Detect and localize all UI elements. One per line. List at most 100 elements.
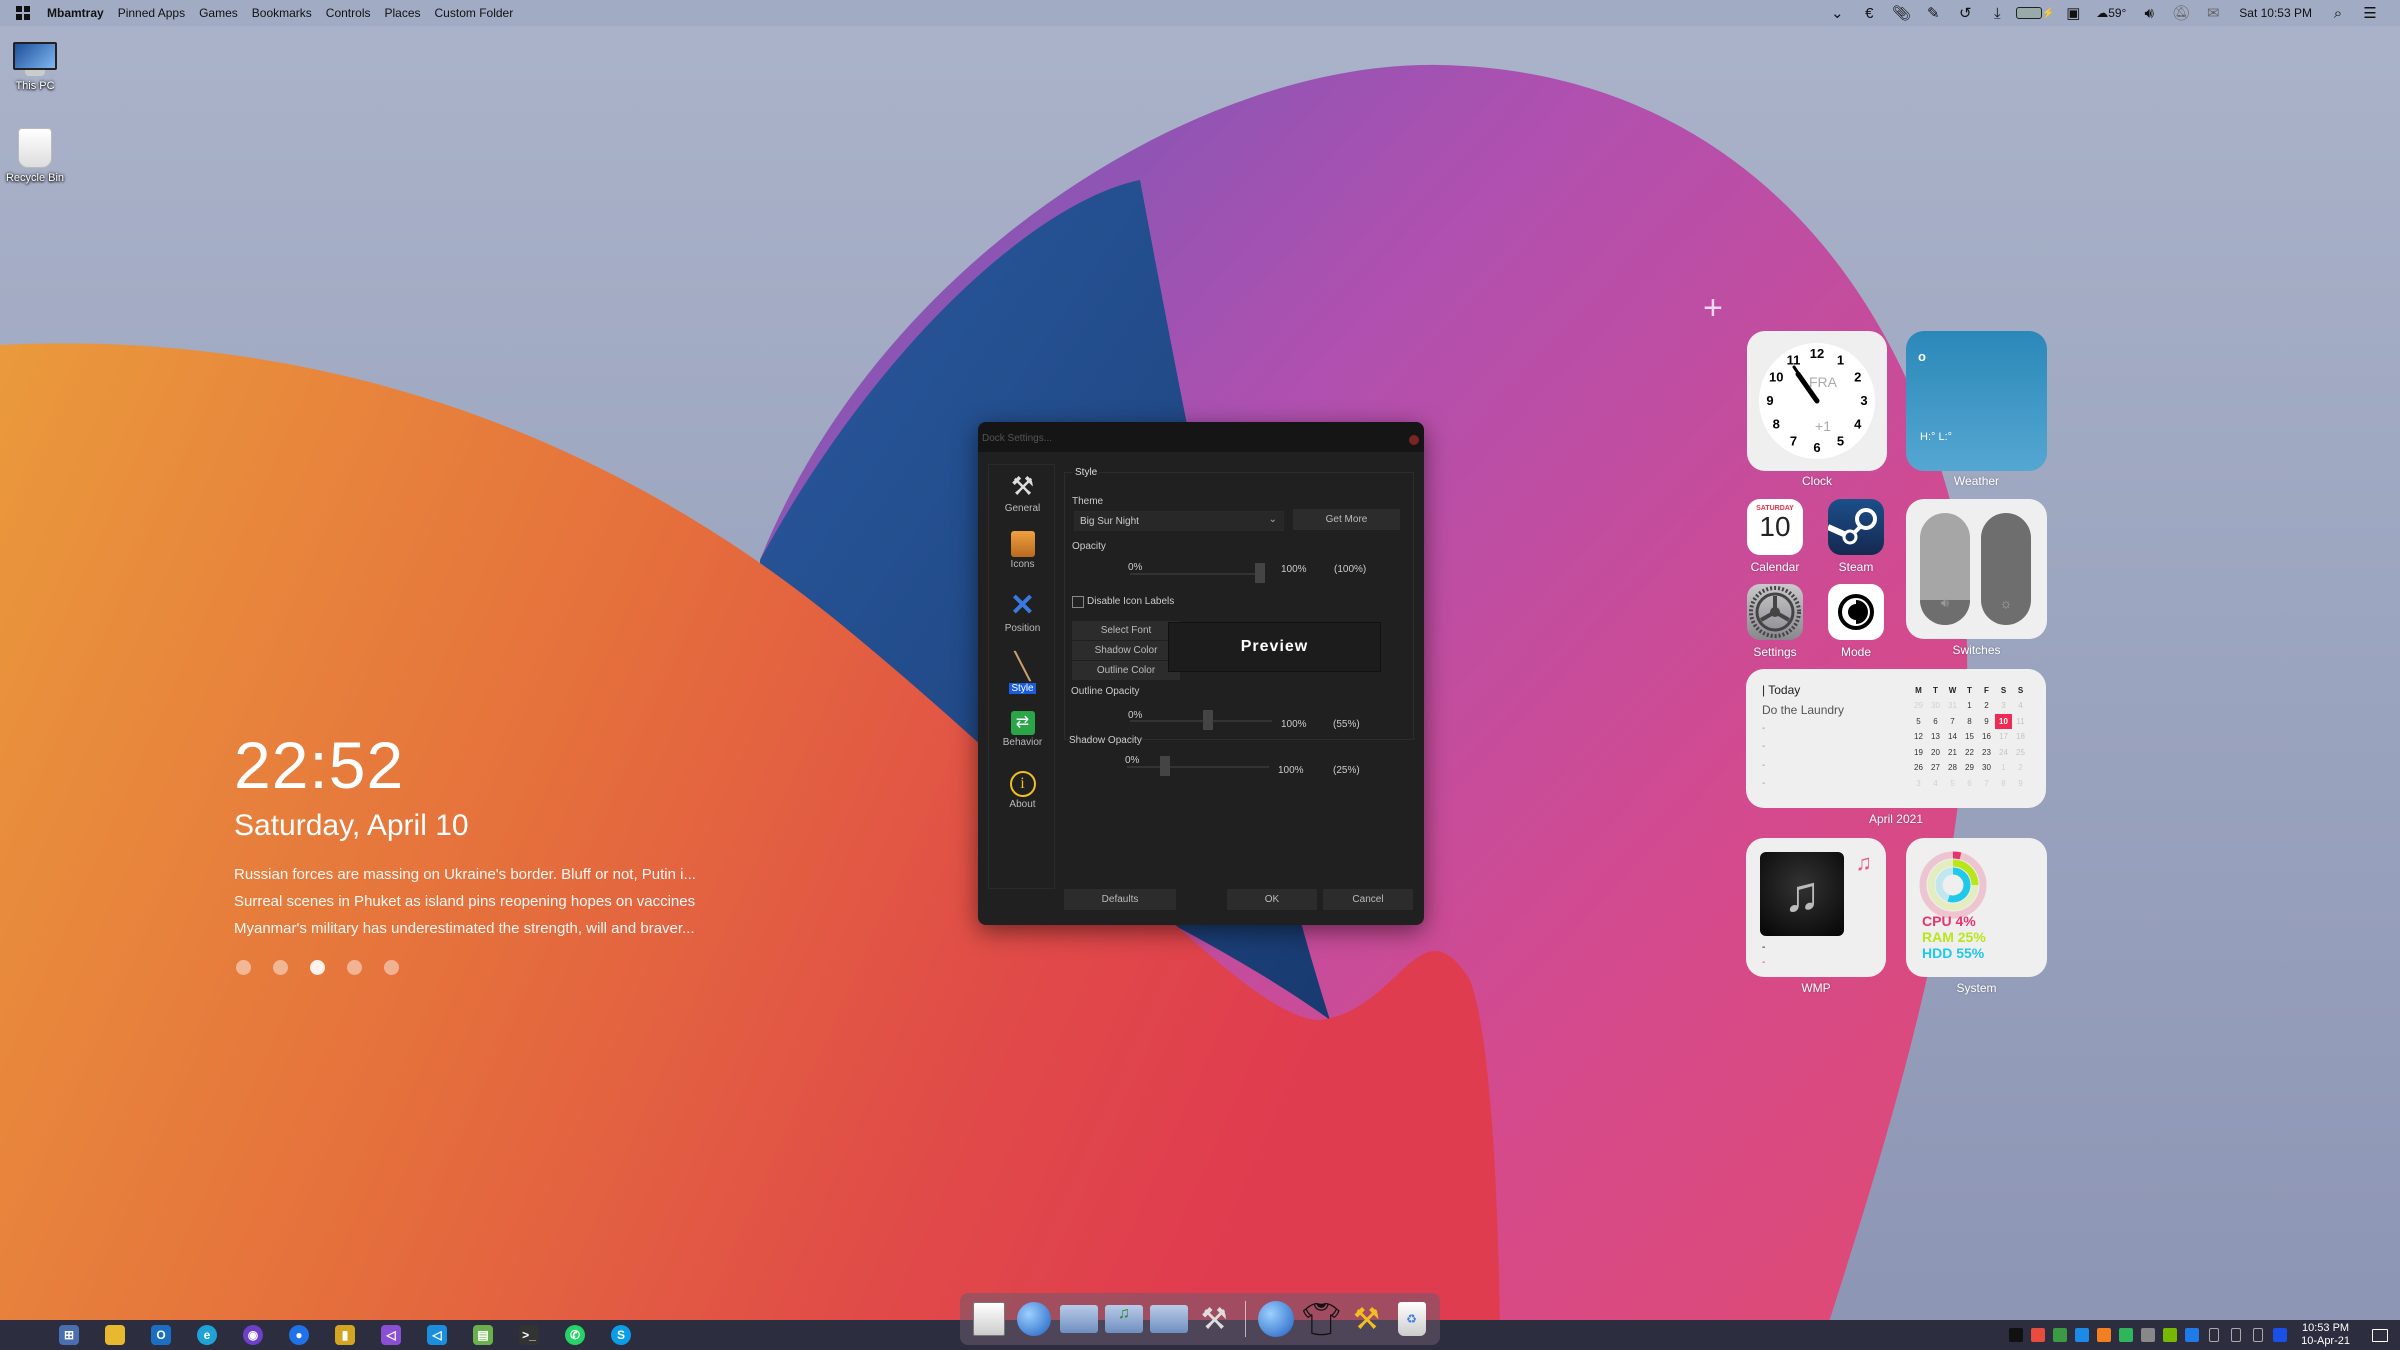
day-cell[interactable]: 13 xyxy=(1927,729,1944,745)
bluetooth-icon[interactable] xyxy=(2181,1320,2203,1350)
euro-icon[interactable]: € xyxy=(1853,0,1885,26)
day-cell[interactable]: 9 xyxy=(2012,776,2029,792)
s-app-icon[interactable] xyxy=(2027,1320,2049,1350)
day-cell[interactable]: 1 xyxy=(1995,760,2012,776)
sidebar-item-general[interactable]: ⚒ General xyxy=(989,471,1056,514)
event-item[interactable]: - xyxy=(1762,757,1844,776)
github-desktop-icon[interactable]: ◉ xyxy=(230,1320,276,1350)
outline-opacity-slider[interactable] xyxy=(1130,710,1272,730)
news-item[interactable]: Surreal scenes in Phuket as island pins … xyxy=(234,888,696,915)
menu-datetime[interactable]: Sat 10:53 PM xyxy=(2229,6,2322,20)
today-cell[interactable]: 10 xyxy=(1995,713,2012,729)
page-dot[interactable] xyxy=(310,960,325,975)
day-cell[interactable]: 15 xyxy=(1961,729,1978,745)
security-check-icon[interactable] xyxy=(2115,1320,2137,1350)
teamviewer-icon[interactable] xyxy=(2071,1320,2093,1350)
shadow-color-button[interactable]: Shadow Color xyxy=(1072,641,1180,660)
remote-desktop-icon[interactable]: ⊞ xyxy=(46,1320,92,1350)
volume-slider[interactable]: 🔊︎ xyxy=(1920,513,1970,625)
day-cell[interactable]: 29 xyxy=(1961,760,1978,776)
day-cell[interactable]: 24 xyxy=(1995,745,2012,761)
day-cell[interactable]: 9 xyxy=(1978,714,1995,730)
edge-icon[interactable]: e xyxy=(184,1320,230,1350)
day-cell[interactable]: 12 xyxy=(1910,729,1927,745)
day-cell[interactable]: 25 xyxy=(2012,745,2029,761)
system-widget[interactable]: CPU 4% RAM 25% HDD 55% xyxy=(1906,838,2047,977)
slider-thumb[interactable] xyxy=(1160,756,1170,776)
day-cell[interactable]: 1 xyxy=(1961,698,1978,714)
day-cell[interactable]: 5 xyxy=(1910,714,1927,730)
tray-clock[interactable]: 10:53 PM 10-Apr-21 xyxy=(2291,1322,2360,1348)
speaker-icon[interactable] xyxy=(2225,1320,2247,1350)
maps-icon[interactable]: ● xyxy=(276,1320,322,1350)
list-icon[interactable]: ☰ xyxy=(2354,0,2386,26)
documents-folder-icon[interactable] xyxy=(1058,1298,1099,1340)
day-cell[interactable]: 6 xyxy=(1961,776,1978,792)
add-widget-button[interactable]: + xyxy=(1703,291,1723,325)
visual-studio-icon[interactable]: ◁ xyxy=(368,1320,414,1350)
day-cell[interactable]: 21 xyxy=(1944,745,1961,761)
day-cell[interactable]: 19 xyxy=(1910,745,1927,761)
menu-games[interactable]: Games xyxy=(192,6,245,20)
day-cell[interactable]: 11 xyxy=(2012,714,2029,730)
internet-browser-icon[interactable] xyxy=(1256,1298,1297,1340)
disable-icon-labels-checkbox[interactable] xyxy=(1072,596,1084,608)
build-tools-icon[interactable]: ⚒ xyxy=(1346,1298,1387,1340)
day-cell[interactable]: 7 xyxy=(1944,714,1961,730)
mode-app-icon[interactable] xyxy=(1828,584,1884,640)
day-cell[interactable]: 4 xyxy=(2012,698,2029,714)
day-cell[interactable]: 2 xyxy=(1978,698,1995,714)
utilities-icon[interactable]: ⚒ xyxy=(1194,1298,1235,1340)
cancel-button[interactable]: Cancel xyxy=(1323,889,1413,910)
trash-icon[interactable]: ♻ xyxy=(1391,1298,1432,1340)
network-icon[interactable] xyxy=(2247,1320,2269,1350)
sidebar-item-about[interactable]: i About xyxy=(989,771,1056,810)
whatsapp-icon[interactable]: ✆ xyxy=(552,1320,598,1350)
menu-pinned-apps[interactable]: Pinned Apps xyxy=(111,6,192,20)
slider-thumb[interactable] xyxy=(1255,563,1265,583)
menu-bookmarks[interactable]: Bookmarks xyxy=(245,6,319,20)
menu-custom-folder[interactable]: Custom Folder xyxy=(428,6,521,20)
windows-start-icon[interactable] xyxy=(0,1320,46,1350)
event-item[interactable]: - xyxy=(1762,775,1844,794)
system-settings-icon[interactable] xyxy=(968,1298,1009,1340)
mail-icon[interactable]: ✉ xyxy=(2197,0,2229,26)
outline-color-button[interactable]: Outline Color xyxy=(1072,661,1180,680)
page-dot[interactable] xyxy=(347,960,362,975)
pencil-icon[interactable]: ✎ xyxy=(1917,0,1949,26)
sidebar-item-position[interactable]: ✕ Position xyxy=(989,591,1056,635)
day-cell[interactable]: 20 xyxy=(1927,745,1944,761)
close-icon[interactable] xyxy=(1409,435,1419,445)
day-cell[interactable]: 28 xyxy=(1944,760,1961,776)
usb-icon[interactable] xyxy=(2203,1320,2225,1350)
sidebar-item-behavior[interactable]: ⇄ Behavior xyxy=(989,711,1056,748)
database-tool-icon[interactable]: ▮ xyxy=(322,1320,368,1350)
veeam-icon[interactable] xyxy=(2049,1320,2071,1350)
defaults-button[interactable]: Defaults xyxy=(1064,889,1176,910)
day-cell[interactable]: 30 xyxy=(1927,698,1944,714)
tshirt-icon[interactable]: 👕︎ xyxy=(1301,1298,1342,1340)
wmp-widget[interactable]: ♫ ♫ - - xyxy=(1746,838,1886,977)
skype-icon[interactable]: S xyxy=(598,1320,644,1350)
menu-app-name[interactable]: Mbamtray xyxy=(40,6,111,20)
day-cell[interactable]: 7 xyxy=(1978,776,1995,792)
shadow-opacity-slider[interactable] xyxy=(1127,756,1269,776)
disable-icon-labels-label[interactable]: Disable Icon Labels xyxy=(1087,596,1174,607)
nvidia-icon[interactable] xyxy=(2159,1320,2181,1350)
page-dot[interactable] xyxy=(236,960,251,975)
news-item[interactable]: Myanmar's military has underestimated th… xyxy=(234,915,696,942)
day-cell[interactable]: 4 xyxy=(1927,776,1944,792)
monitor-icon[interactable]: ▣ xyxy=(2057,0,2089,26)
get-more-button[interactable]: Get More xyxy=(1293,509,1400,530)
day-cell[interactable]: 14 xyxy=(1944,729,1961,745)
desktop-icon-recycle-bin[interactable]: Recycle Bin xyxy=(4,120,66,184)
notepad-icon[interactable]: ▤ xyxy=(460,1320,506,1350)
network-icon[interactable] xyxy=(1013,1298,1054,1340)
day-cell[interactable]: 22 xyxy=(1961,745,1978,761)
cloudflare-icon[interactable] xyxy=(2093,1320,2115,1350)
weather-cloud-icon[interactable]: ☁ 59° xyxy=(2089,0,2133,26)
clock-widget[interactable]: FRA +1 12 1 2 3 4 5 6 7 8 9 10 11 xyxy=(1747,331,1887,471)
battery-icon[interactable]: ⚡ xyxy=(2013,0,2057,26)
malwarebytes-icon[interactable] xyxy=(2269,1320,2291,1350)
event-item[interactable]: - xyxy=(1762,720,1844,739)
